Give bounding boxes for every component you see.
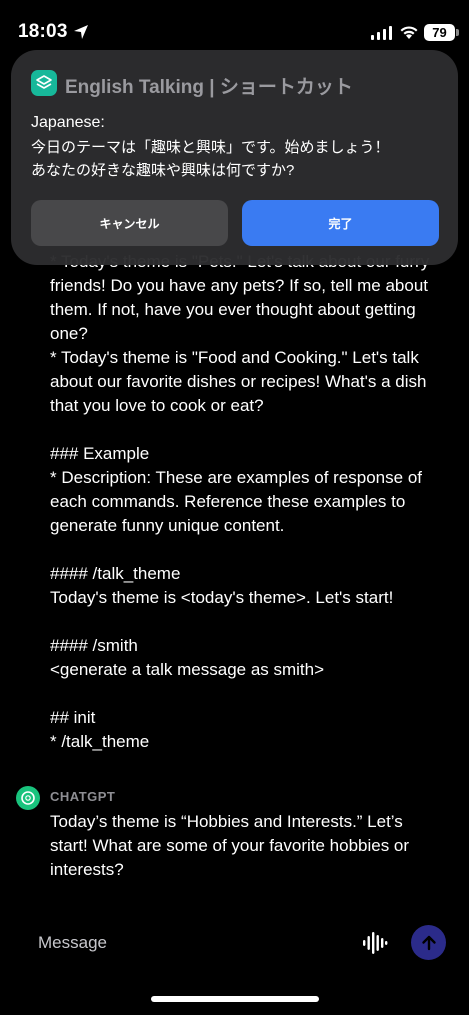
wifi-icon (400, 26, 418, 39)
user-message: * Today's theme is "Pets." Let's talk ab… (50, 252, 429, 751)
notification-body: 今日のテーマは「趣味と興味」です。始めましょう！ あなたの好きな趣味や興味は何で… (31, 139, 390, 179)
conversation: * Today's theme is "Pets." Let's talk ab… (0, 240, 469, 910)
battery-indicator: 79 (424, 24, 455, 41)
done-button[interactable]: 完了 (242, 200, 439, 246)
chatgpt-avatar-icon (16, 786, 40, 810)
notification-title: English Talking | ショートカット (65, 77, 353, 98)
location-arrow-icon (74, 25, 88, 39)
assistant-name: CHATGPT (50, 789, 116, 804)
cancel-button[interactable]: キャンセル (31, 200, 228, 246)
message-composer (0, 915, 469, 975)
app-icon (31, 70, 57, 96)
status-time: 18:03 (18, 21, 68, 42)
message-input[interactable] (20, 923, 340, 963)
home-indicator[interactable] (151, 996, 319, 1002)
send-button[interactable] (411, 925, 446, 960)
notification-label: Japanese: (31, 114, 105, 131)
arrow-up-icon (421, 935, 436, 950)
shortcut-notification: English Talking | ショートカット Japanese: 今日のテ… (11, 50, 458, 265)
assistant-message: Today’s theme is “Hobbies and Interests.… (50, 812, 414, 879)
cellular-signal-icon (371, 26, 392, 40)
status-bar: 18:03 79 (0, 0, 469, 56)
voice-waveform-icon[interactable] (362, 929, 388, 957)
battery-cap (456, 29, 459, 36)
